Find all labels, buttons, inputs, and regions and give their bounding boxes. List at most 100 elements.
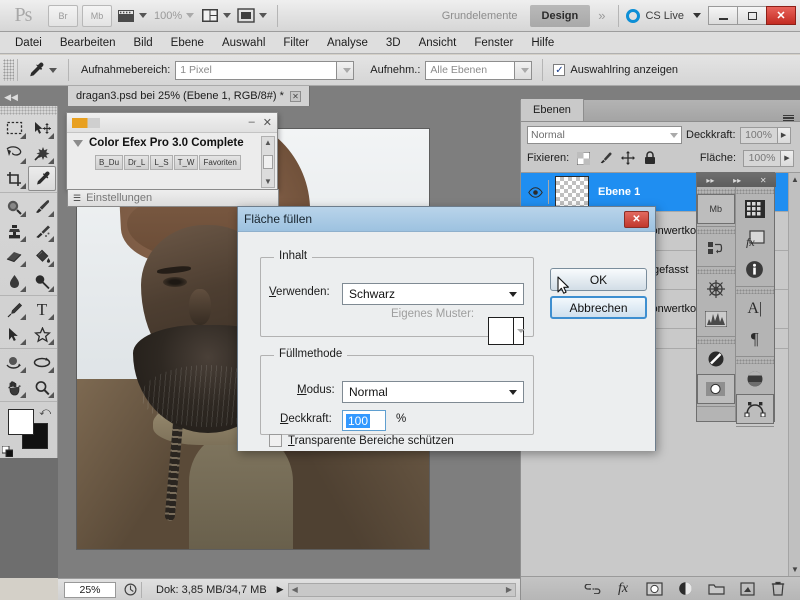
tool-blur[interactable] [0, 269, 28, 294]
foreground-color-swatch[interactable] [8, 409, 34, 435]
color-efex-scrollbar[interactable]: ▲ ▼ [261, 136, 275, 188]
workspace-grundelemente[interactable]: Grundelemente [430, 5, 530, 27]
color-efex-tab-1[interactable]: Dr_L [124, 155, 150, 170]
preserve-transparency-checkbox[interactable] [269, 434, 282, 447]
default-colors-icon[interactable] [1, 445, 14, 458]
color-efex-tab-3[interactable]: T_W [173, 155, 199, 170]
link-layers-icon[interactable] [583, 580, 601, 598]
layer-thumbnail[interactable] [555, 176, 589, 208]
layer-name[interactable]: Ebene 1 [598, 186, 640, 198]
color-efex-tab-0[interactable]: B_Du [95, 155, 124, 170]
tool-marquee[interactable] [0, 116, 28, 141]
panel-menu-icon[interactable] [783, 114, 794, 121]
sample-from-input[interactable]: Alle Ebenen [425, 60, 516, 80]
menu-ansicht[interactable]: Ansicht [410, 34, 466, 52]
document-tab[interactable]: dragan3.psd bei 25% (Ebene 1, RGB/8#) * … [68, 86, 310, 106]
tool-brush[interactable] [28, 194, 56, 219]
scroll-down-icon[interactable]: ▼ [264, 177, 272, 186]
opacity-value[interactable]: 100% [739, 126, 778, 144]
fill-dialog-close-button[interactable]: ✕ [624, 210, 649, 228]
color-efex-disclosure-icon[interactable] [73, 139, 83, 147]
cancel-button[interactable]: Abbrechen [550, 296, 647, 319]
sample-size-dropdown-icon[interactable] [337, 60, 355, 80]
tool-custom-shape[interactable] [28, 322, 56, 347]
mini-bridge-button[interactable]: Mb [82, 4, 112, 27]
status-zoom-field[interactable]: 25% [64, 581, 116, 598]
menu-analyse[interactable]: Analyse [318, 34, 377, 52]
menu-fenster[interactable]: Fenster [465, 34, 522, 52]
path-icon[interactable] [735, 394, 774, 424]
menu-hilfe[interactable]: Hilfe [522, 34, 563, 52]
layer-visibility-icon[interactable] [523, 180, 549, 204]
tool-pen[interactable] [0, 297, 28, 322]
mini-bridge-icon[interactable]: Mb [697, 194, 735, 224]
arrange-documents-icon[interactable] [199, 4, 233, 28]
histogram-icon[interactable] [697, 304, 735, 334]
color-efex-tab-2[interactable]: L_S [150, 155, 173, 170]
tool-lasso[interactable] [0, 141, 28, 166]
menu-datei[interactable]: Datei [6, 34, 51, 52]
status-expand-icon[interactable]: ▶ [277, 584, 284, 595]
custom-pattern-picker[interactable] [488, 317, 525, 345]
lock-all-icon[interactable] [642, 151, 657, 166]
color-efex-titlebar[interactable]: – ✕ [67, 113, 277, 133]
close-button[interactable]: ✕ [766, 6, 796, 25]
tool-dodge[interactable] [28, 269, 56, 294]
tool-paint-bucket[interactable] [28, 244, 56, 269]
more-workspaces-icon[interactable]: » [590, 8, 611, 23]
tool-eyedropper[interactable] [28, 166, 56, 191]
opacity-slider-icon[interactable]: ▶ [777, 126, 791, 144]
sample-from-dropdown-icon[interactable] [515, 60, 533, 80]
zoom-level-display[interactable]: 100% [150, 10, 198, 22]
mini-dock-close-icon[interactable]: ✕ [760, 176, 767, 185]
color-efex-minimize-icon[interactable]: – [249, 116, 255, 129]
workspace-design[interactable]: Design [529, 4, 591, 27]
menu-ebene[interactable]: Ebene [162, 34, 213, 52]
layers-scrollbar[interactable]: ▲ ▼ [788, 173, 800, 576]
menu-bearbeiten[interactable]: Bearbeiten [51, 34, 125, 52]
use-select[interactable]: Schwarz [342, 283, 524, 305]
cs-live-menu[interactable]: CS Live [626, 8, 701, 23]
color-efex-window[interactable]: – ✕ Color Efex Pro 3.0 Complete B_Du Dr_… [66, 112, 279, 207]
horizontal-scrollbar[interactable]: ◀ ▶ [287, 582, 516, 597]
delete-layer-icon[interactable] [769, 580, 787, 598]
lock-position-icon[interactable] [620, 151, 635, 166]
tool-history-brush[interactable] [28, 219, 56, 244]
menu-filter[interactable]: Filter [274, 34, 318, 52]
fill-slider-icon[interactable]: ▶ [781, 149, 794, 167]
preserve-transparency-row[interactable]: Transparente Bereiche schützen [269, 434, 454, 447]
tool-spot-healing[interactable] [0, 194, 28, 219]
layer-style-fx-icon[interactable]: fx [614, 580, 632, 598]
eyedropper-icon[interactable] [25, 58, 59, 82]
3d-icon[interactable] [697, 274, 735, 304]
mode-select[interactable]: Normal [342, 381, 524, 403]
add-mask-icon[interactable] [645, 580, 663, 598]
tool-eraser[interactable] [0, 244, 28, 269]
tool-magic-wand[interactable] [28, 141, 56, 166]
custom-pattern-dropdown-icon[interactable] [513, 318, 525, 344]
tool-crop[interactable] [0, 166, 28, 191]
tool-hand[interactable] [0, 375, 28, 400]
mask-icon[interactable] [697, 374, 735, 404]
color-efex-close-icon[interactable]: ✕ [263, 116, 272, 129]
fill-dialog[interactable]: Fläche füllen ✕ Inhalt Verwenden: Schwar… [237, 206, 656, 451]
tool-type[interactable]: T [28, 297, 56, 322]
fill-value[interactable]: 100% [743, 149, 781, 167]
tool-zoom[interactable] [28, 375, 56, 400]
view-extras-icon[interactable] [115, 4, 149, 28]
sample-size-input[interactable]: 1 Pixel [175, 60, 338, 80]
swap-colors-icon[interactable]: ⤺ [39, 406, 51, 419]
options-bar-grip[interactable] [3, 59, 14, 81]
screen-mode-icon[interactable] [235, 4, 269, 28]
document-tab-close-icon[interactable]: ✕ [289, 90, 301, 102]
lock-image-icon[interactable] [598, 151, 613, 166]
blend-mode-select[interactable]: Normal [527, 126, 682, 144]
scroll-thumb[interactable] [263, 155, 273, 169]
actions-icon[interactable] [697, 234, 735, 264]
menu-bild[interactable]: Bild [124, 34, 161, 52]
maximize-button[interactable] [737, 6, 767, 25]
menu-3d[interactable]: 3D [377, 34, 410, 52]
lock-transparency-icon[interactable] [576, 151, 591, 166]
tool-move[interactable] [28, 116, 56, 141]
tool-clone-stamp[interactable] [0, 219, 28, 244]
